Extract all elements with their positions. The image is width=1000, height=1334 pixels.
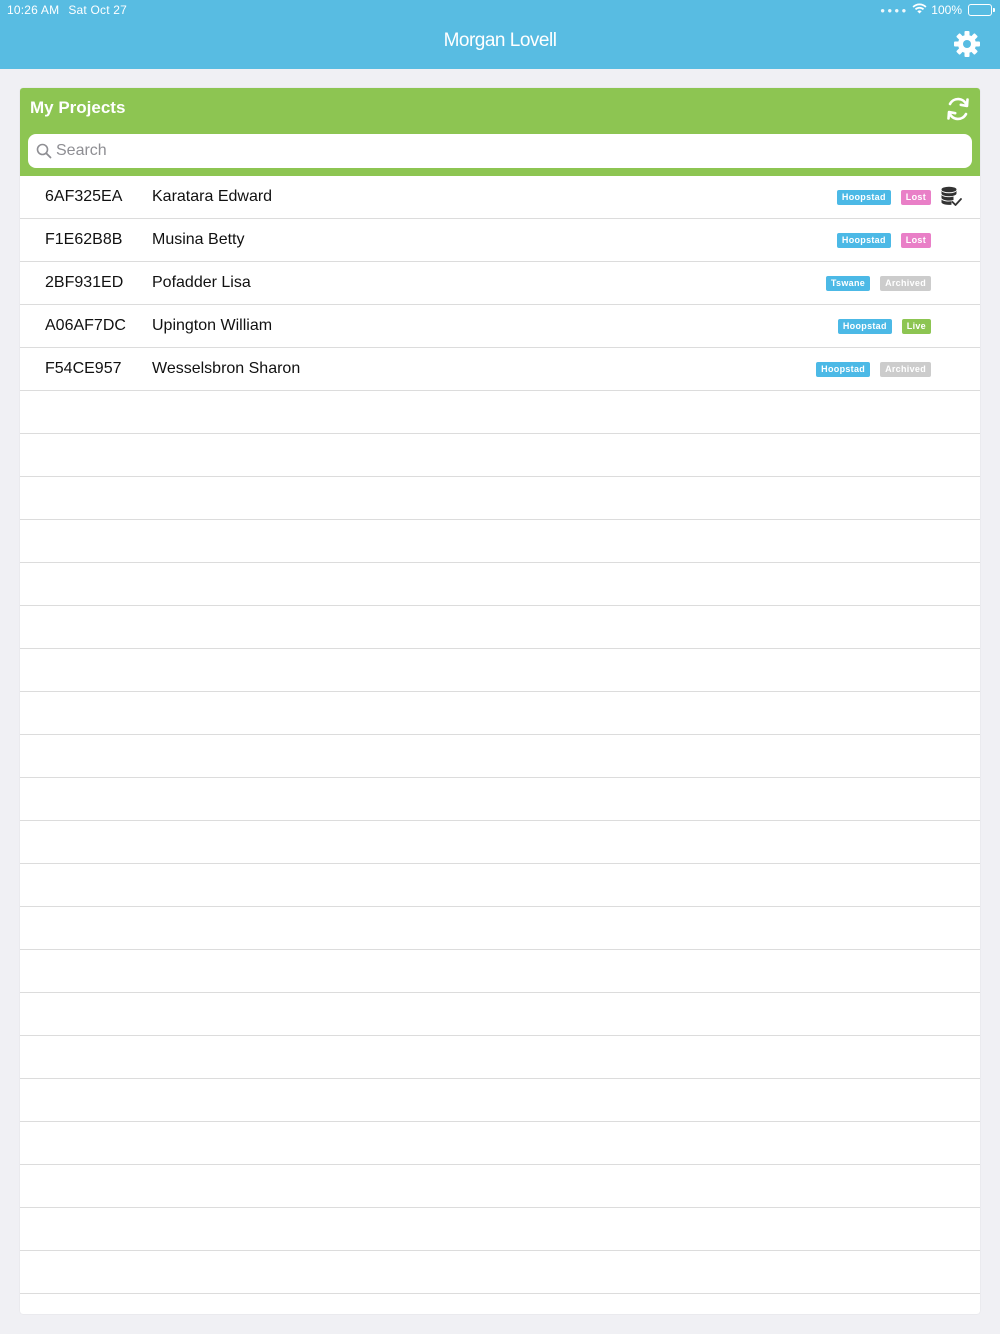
status-bar-right: ● ● ● ● 100% <box>880 2 995 18</box>
empty-row <box>20 649 980 692</box>
status-badge: Lost <box>900 190 931 205</box>
project-badges: Hoopstad Live <box>837 319 931 334</box>
empty-row <box>20 950 980 993</box>
project-code: 2BF931ED <box>45 274 124 291</box>
status-badge: Live <box>901 319 931 334</box>
signal-icon: ● ● ● ● <box>880 5 907 15</box>
project-name: Upington William <box>152 317 273 334</box>
search-icon <box>36 143 52 159</box>
empty-row <box>20 778 980 821</box>
empty-row <box>20 391 980 434</box>
project-list: 6AF325EA Karatara Edward Hoopstad Lost F1E62… <box>20 176 980 1294</box>
empty-row <box>20 1079 980 1122</box>
settings-button[interactable] <box>951 28 983 60</box>
database-synced-icon <box>940 186 962 208</box>
region-badge: Hoopstad <box>837 319 892 334</box>
projects-panel: My Projects 6AF325EA Karatara Edward Hoops… <box>20 88 980 1314</box>
refresh-icon <box>947 97 969 121</box>
empty-row <box>20 434 980 477</box>
project-badges: Hoopstad Archived <box>816 362 931 377</box>
project-row[interactable]: A06AF7DC Upington William Hoopstad Live <box>20 305 980 348</box>
empty-row <box>20 821 980 864</box>
project-badges: Hoopstad Lost <box>836 233 931 248</box>
empty-row <box>20 1165 980 1208</box>
project-row[interactable]: F54CE957 Wesselsbron Sharon Hoopstad Archiv… <box>20 348 980 391</box>
status-bar-left: 10:26 AM Sat Oct 27 <box>7 3 127 17</box>
project-row[interactable]: 6AF325EA Karatara Edward Hoopstad Lost <box>20 176 980 219</box>
project-row[interactable]: 2BF931ED Pofadder Lisa Tswane Archived <box>20 262 980 305</box>
project-code: 6AF325EA <box>45 188 123 205</box>
empty-row <box>20 692 980 735</box>
status-date: Sat Oct 27 <box>68 3 128 17</box>
gear-icon <box>954 31 980 57</box>
status-time: 10:26 AM <box>7 3 60 17</box>
region-badge: Hoopstad <box>836 233 891 248</box>
project-code: F1E62B8B <box>45 231 123 248</box>
status-badge: Archived <box>880 362 931 377</box>
empty-row <box>20 520 980 563</box>
empty-row <box>20 864 980 907</box>
empty-row <box>20 993 980 1036</box>
region-badge: Hoopstad <box>836 190 891 205</box>
project-code: F54CE957 <box>45 360 122 377</box>
app-title: Morgan Lovell <box>443 30 557 51</box>
search-bar[interactable] <box>28 134 972 168</box>
empty-row <box>20 1208 980 1251</box>
empty-row <box>20 1036 980 1079</box>
wifi-icon <box>912 3 927 17</box>
project-row[interactable]: F1E62B8B Musina Betty Hoopstad Lost <box>20 219 980 262</box>
project-name: Wesselsbron Sharon <box>152 360 301 377</box>
search-input[interactable] <box>56 142 972 160</box>
project-name: Pofadder Lisa <box>152 274 251 291</box>
project-code: A06AF7DC <box>45 317 126 334</box>
panel-title: My Projects <box>30 98 126 117</box>
project-badges: Tswane Archived <box>825 276 931 291</box>
empty-row <box>20 563 980 606</box>
region-badge: Tswane <box>825 276 871 291</box>
refresh-button[interactable] <box>944 95 972 123</box>
empty-row <box>20 477 980 520</box>
battery-icon <box>968 4 995 16</box>
empty-row <box>20 1251 980 1294</box>
status-badge: Archived <box>880 276 931 291</box>
empty-row <box>20 735 980 778</box>
empty-row <box>20 907 980 950</box>
status-badge: Lost <box>900 233 931 248</box>
project-name: Karatara Edward <box>152 188 273 205</box>
project-badges: Hoopstad Lost <box>836 190 931 205</box>
empty-row <box>20 606 980 649</box>
region-badge: Hoopstad <box>816 362 871 377</box>
navigation-bar: 10:26 AM Sat Oct 27 ● ● ● ● 100% Morgan L… <box>0 0 1000 69</box>
empty-row <box>20 1122 980 1165</box>
panel-header: My Projects <box>20 88 980 176</box>
project-name: Musina Betty <box>152 231 245 248</box>
battery-percent: 100% <box>931 3 962 17</box>
